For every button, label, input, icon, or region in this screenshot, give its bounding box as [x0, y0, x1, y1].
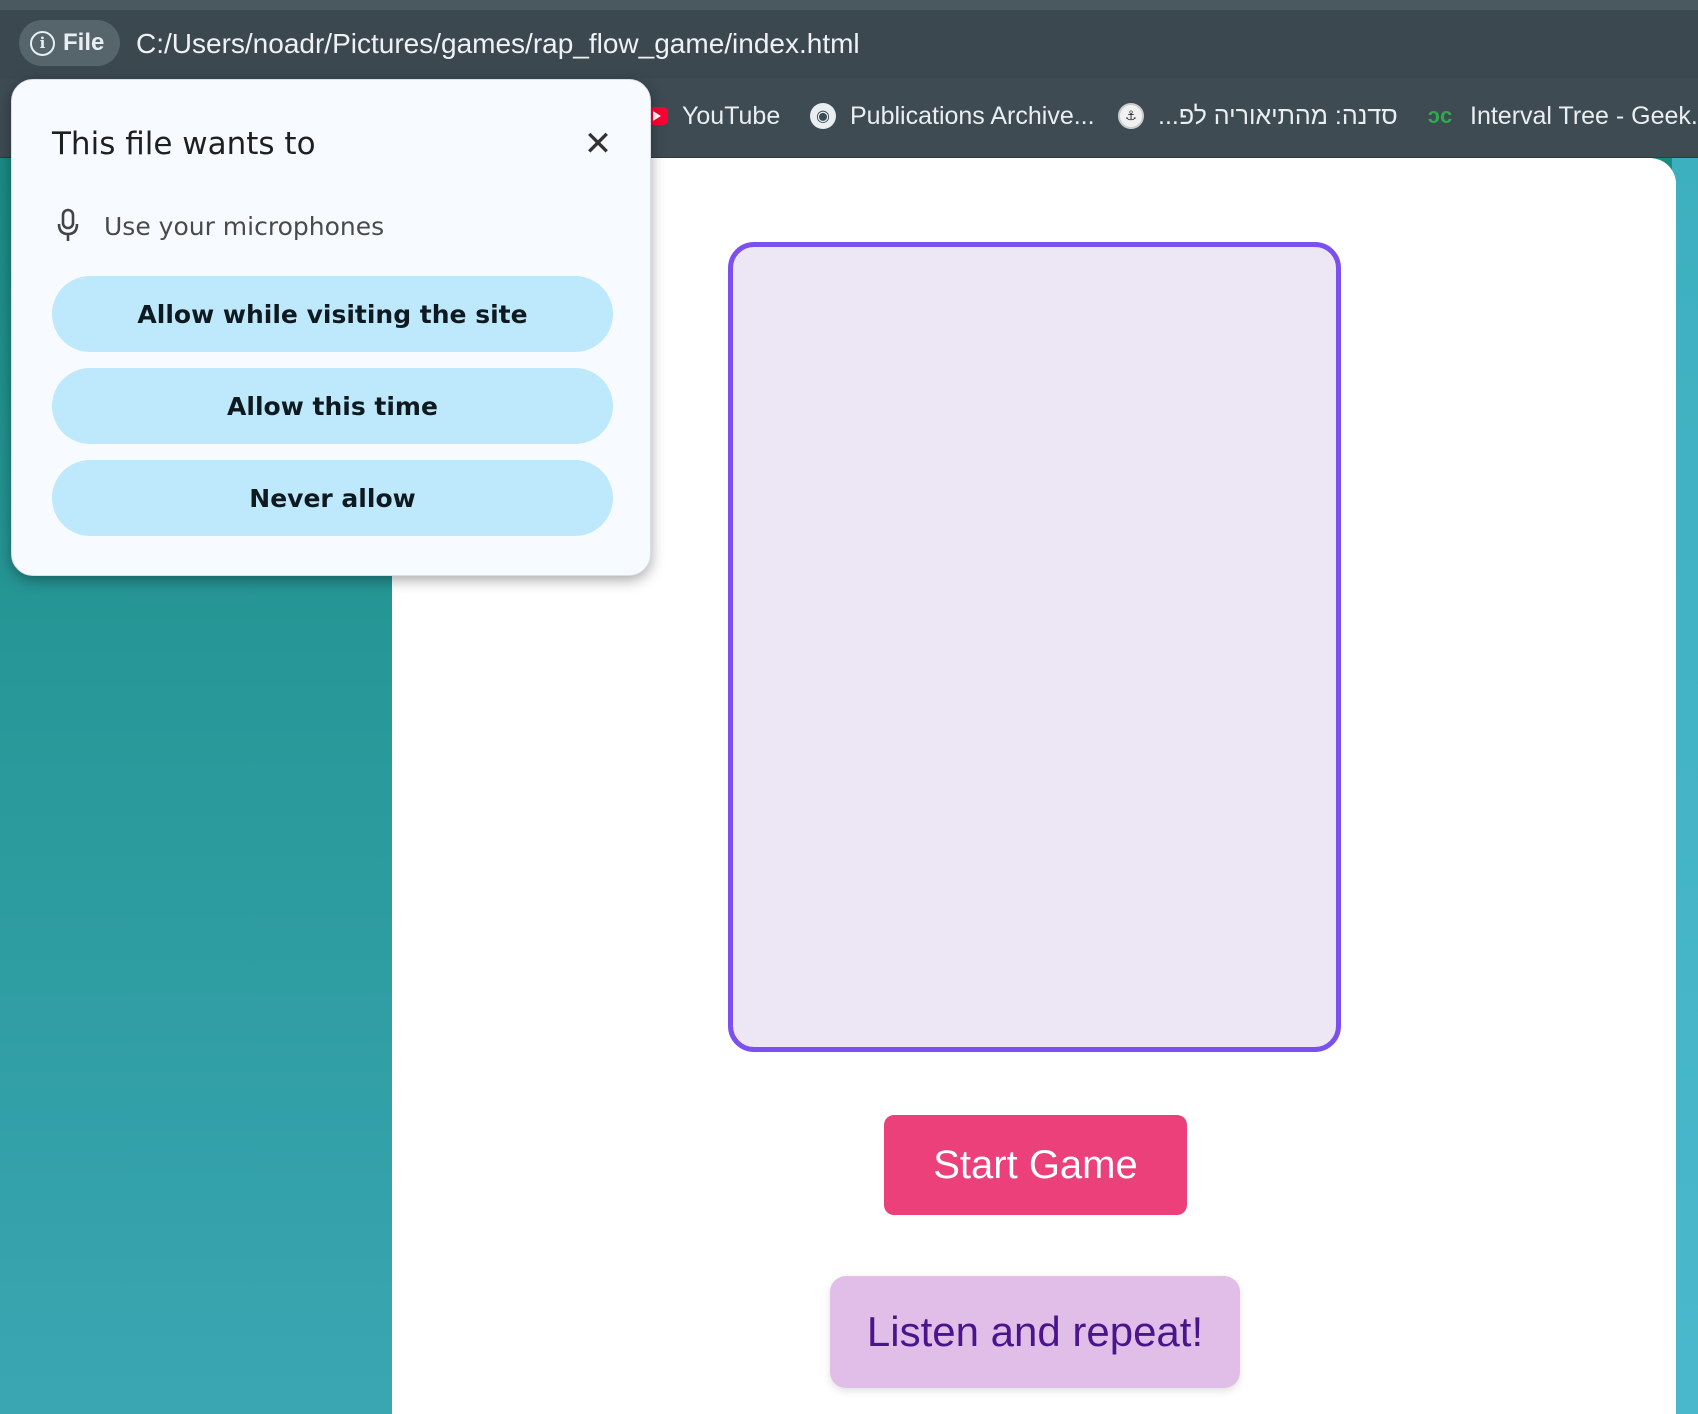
site-info-chip[interactable]: i File: [19, 20, 120, 66]
bookmark-publications-archive[interactable]: ◉ Publications Archive...: [810, 96, 1095, 136]
game-display-box: [728, 242, 1341, 1052]
permission-row: Use your microphones: [56, 204, 384, 248]
seal-icon: ⚓: [1118, 103, 1144, 129]
never-allow-button[interactable]: Never allow: [52, 460, 613, 536]
tab-strip: [0, 0, 1698, 10]
bookmark-label: Interval Tree - Geek...: [1470, 101, 1698, 130]
globe-icon: ◉: [810, 103, 836, 129]
popup-title: This file wants to: [52, 126, 316, 162]
bookmark-label: Publications Archive...: [850, 101, 1095, 130]
bookmark-youtube[interactable]: YouTube: [644, 96, 780, 136]
url-text[interactable]: C:/Users/noadr/Pictures/games/rap_flow_g…: [136, 26, 860, 62]
bookmark-interval-tree[interactable]: ↄc Interval Tree - Geek...: [1424, 96, 1698, 136]
address-bar[interactable]: i File C:/Users/noadr/Pictures/games/rap…: [0, 10, 1698, 78]
close-icon[interactable]: ✕: [580, 126, 616, 162]
listen-and-repeat-button[interactable]: Listen and repeat!: [830, 1276, 1240, 1388]
allow-while-visiting-button[interactable]: Allow while visiting the site: [52, 276, 613, 352]
bookmark-label: YouTube: [682, 101, 781, 130]
geeksforgeeks-icon: ↄc: [1427, 103, 1453, 128]
allow-this-time-button[interactable]: Allow this time: [52, 368, 613, 444]
site-info-label: File: [63, 29, 105, 56]
bookmark-label: סדנה: מהתיאוריה לפ...: [1158, 101, 1398, 130]
permission-text: Use your microphones: [104, 211, 385, 241]
microphone-icon: [57, 208, 79, 241]
permission-popup: This file wants to ✕ Use your microphone…: [11, 79, 651, 576]
start-game-button[interactable]: Start Game: [884, 1115, 1187, 1215]
info-icon: i: [30, 30, 55, 56]
bookmark-workshop[interactable]: ⚓ סדנה: מהתיאוריה לפ...: [1118, 96, 1398, 136]
